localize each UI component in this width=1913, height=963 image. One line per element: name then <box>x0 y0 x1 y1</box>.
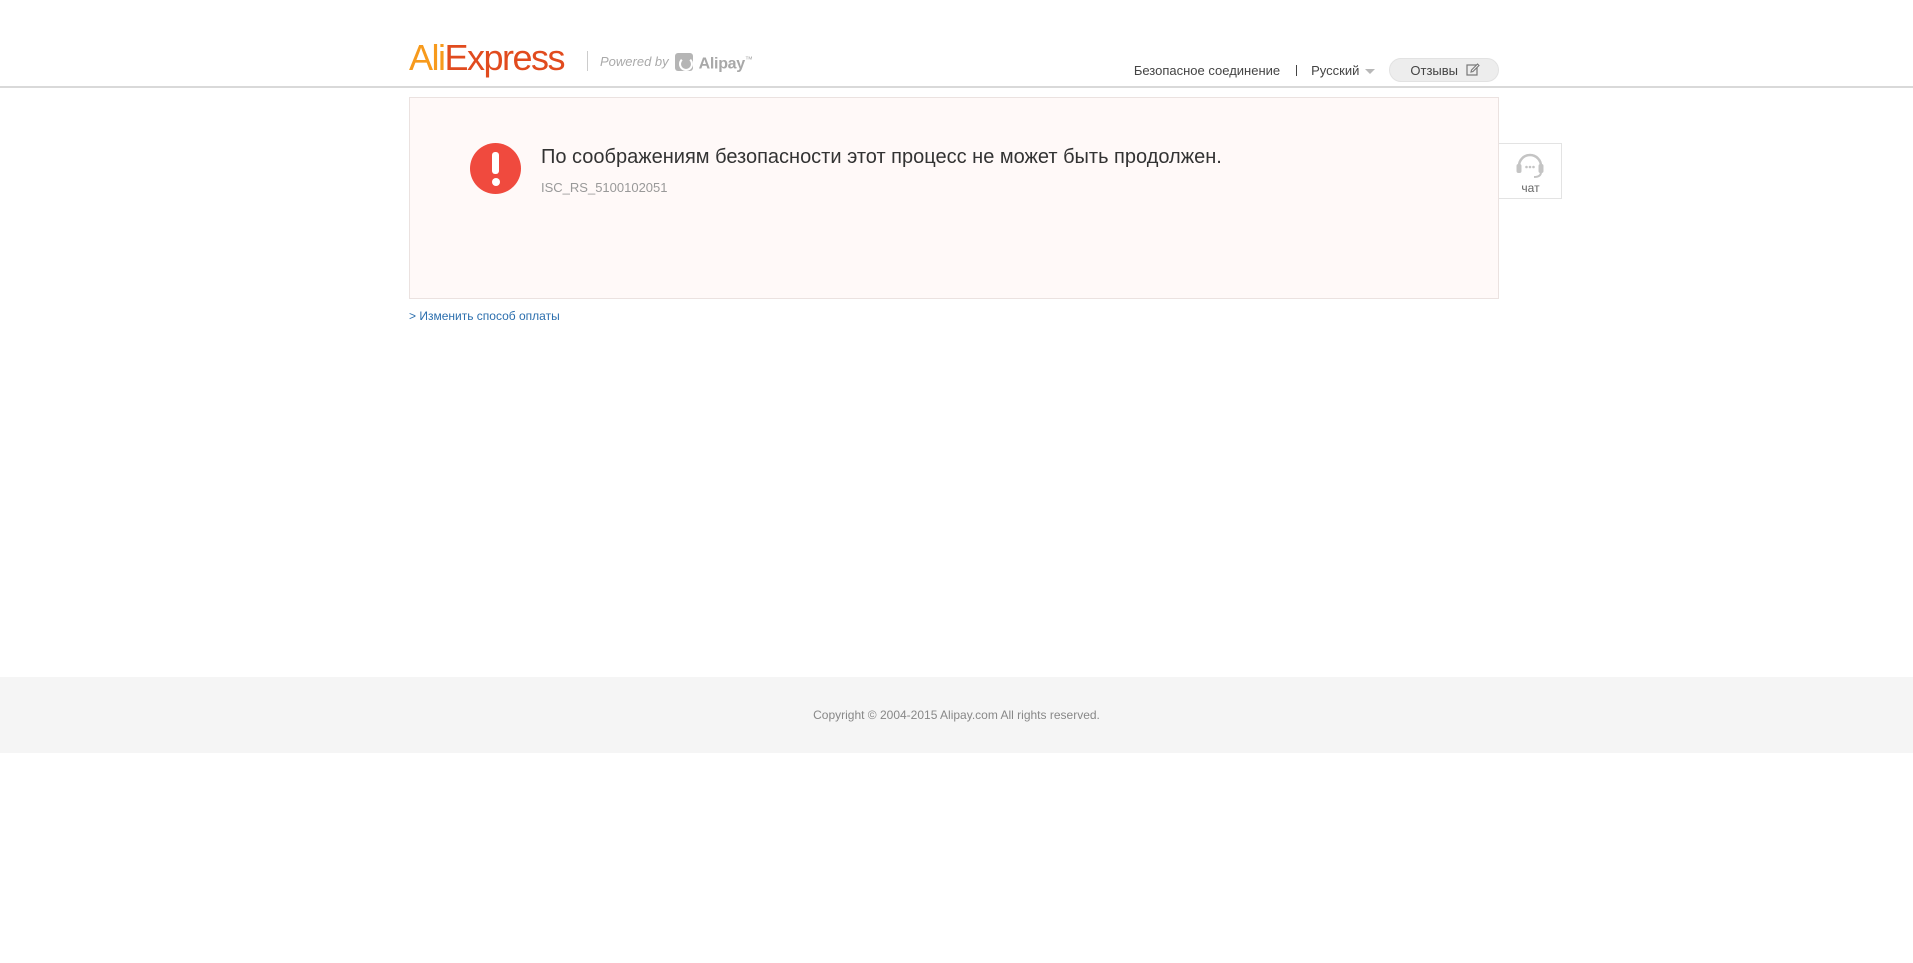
header-actions: Безопасное соединение Русский Отзывы <box>1134 58 1499 82</box>
page-footer: Copyright © 2004-2015 Alipay.com All rig… <box>0 677 1913 753</box>
powered-by-alipay: Powered by Alipay™ <box>600 52 753 72</box>
feedback-button[interactable]: Отзывы <box>1389 58 1499 82</box>
aliexpress-logo[interactable]: AliExpress <box>409 34 566 82</box>
header-inner: AliExpress Powered by Alipay™ Безопасное… <box>409 0 1499 86</box>
edit-icon <box>1466 63 1480 77</box>
error-panel: По соображениям безопасности этот процес… <box>409 97 1499 299</box>
page-header: AliExpress Powered by Alipay™ Безопасное… <box>0 0 1913 88</box>
alipay-label: Alipay™ <box>698 54 753 73</box>
header-separator <box>1296 64 1298 76</box>
logo-divider <box>587 51 588 71</box>
secure-connection-link[interactable]: Безопасное соединение <box>1134 63 1280 78</box>
feedback-label: Отзывы <box>1410 62 1458 78</box>
language-selector[interactable]: Русский <box>1311 62 1376 78</box>
change-payment-method-link[interactable]: > Изменить способ оплаты <box>409 309 560 323</box>
chat-label: чат <box>1521 181 1540 195</box>
copyright-text: Copyright © 2004-2015 Alipay.com All rig… <box>813 708 1100 722</box>
alipay-logo-icon <box>674 53 693 71</box>
error-message: По соображениям безопасности этот процес… <box>541 146 1222 168</box>
error-code: ISC_RS_5100102051 <box>541 180 668 195</box>
logo-ali: Ali <box>409 37 446 78</box>
language-label: Русский <box>1311 62 1360 78</box>
exclamation-circle-icon <box>470 143 521 194</box>
chat-button[interactable]: чат <box>1499 143 1562 199</box>
powered-by-label: Powered by <box>600 54 669 69</box>
logo-express: Express <box>444 37 566 78</box>
headset-icon <box>1514 150 1546 178</box>
chevron-down-icon <box>1365 68 1376 74</box>
